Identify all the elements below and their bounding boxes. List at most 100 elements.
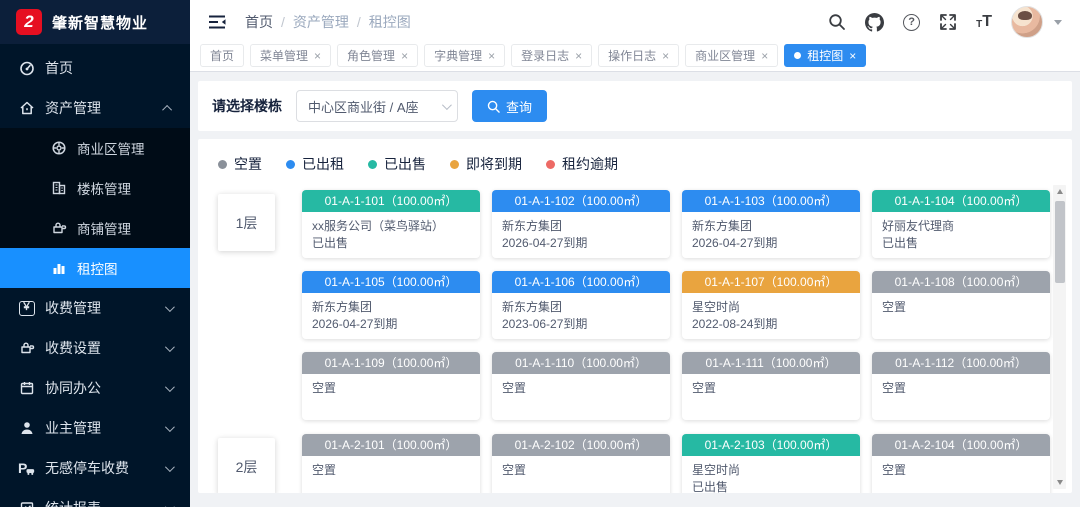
room-card[interactable]: 01-A-2-102（100.00㎡）空置 xyxy=(492,434,670,493)
sidebar-item-building-mgmt[interactable]: 楼栋管理 xyxy=(0,168,190,208)
sidebar-item-label: 楼栋管理 xyxy=(77,178,131,198)
vertical-scrollbar[interactable] xyxy=(1053,185,1066,489)
legend-vacant: 空置 xyxy=(218,154,262,174)
sidebar-item-label: 业主管理 xyxy=(45,418,101,438)
logo-bar: 2 肇新智慧物业 xyxy=(0,0,190,44)
filter-panel: 请选择楼栋 中心区商业街 / A座 查询 xyxy=(198,81,1072,131)
room-card-header: 01-A-1-101（100.00㎡） xyxy=(302,190,480,212)
menu-collapse-icon[interactable] xyxy=(208,14,227,30)
sidebar: 2 肇新智慧物业 首页 资产管理 xyxy=(0,0,190,507)
room-card-header: 01-A-1-106（100.00㎡） xyxy=(492,271,670,293)
room-card[interactable]: 01-A-1-107（100.00㎡）星空时尚2022-08-24到期 xyxy=(682,271,860,339)
avatar[interactable] xyxy=(1011,6,1043,38)
sidebar-item-home[interactable]: 首页 xyxy=(0,48,190,88)
sidebar-item-fee-settings[interactable]: 收费设置 xyxy=(0,328,190,368)
tab-menu-mgmt[interactable]: 菜单管理× xyxy=(250,44,331,67)
room-card[interactable]: 01-A-1-110（100.00㎡）空置 xyxy=(492,352,670,420)
room-tenant: xx服务公司（菜鸟驿站） xyxy=(312,218,470,235)
floor-group-1: 1层 01-A-1-101（100.00㎡）xx服务公司（菜鸟驿站）已出售 01… xyxy=(210,190,1046,420)
tab-login-log[interactable]: 登录日志× xyxy=(511,44,592,67)
room-card[interactable]: 01-A-2-101（100.00㎡）空置 xyxy=(302,434,480,493)
room-card-header: 01-A-2-101（100.00㎡） xyxy=(302,434,480,456)
sidebar-item-parking-fee[interactable]: P 无感停车收费 xyxy=(0,448,190,488)
tab-business-area[interactable]: 商业区管理× xyxy=(685,44,778,67)
room-card[interactable]: 01-A-1-112（100.00㎡）空置 xyxy=(872,352,1050,420)
sidebar-item-fee-mgmt[interactable]: ￥ 收费管理 xyxy=(0,288,190,328)
breadcrumb-item[interactable]: 首页 xyxy=(245,12,273,32)
search-button[interactable]: 查询 xyxy=(472,90,547,122)
sidebar-item-collab-office[interactable]: 协同办公 xyxy=(0,368,190,408)
breadcrumb-item[interactable]: 租控图 xyxy=(369,12,411,32)
close-icon[interactable]: × xyxy=(314,50,321,62)
room-card[interactable]: 01-A-1-111（100.00㎡）空置 xyxy=(682,352,860,420)
sidebar-menu: 首页 资产管理 商业区管理 xyxy=(0,44,190,507)
scrollbar-thumb[interactable] xyxy=(1055,201,1065,283)
room-card[interactable]: 01-A-1-103（100.00㎡）新东方集团2026-04-27到期 xyxy=(682,190,860,258)
room-status-line: 2026-04-27到期 xyxy=(502,235,660,252)
scroll-down-icon[interactable] xyxy=(1053,476,1066,489)
sidebar-item-owner-mgmt[interactable]: 业主管理 xyxy=(0,408,190,448)
tab-op-log[interactable]: 操作日志× xyxy=(598,44,679,67)
legend-expiring: 即将到期 xyxy=(450,154,522,174)
breadcrumb-separator: / xyxy=(281,14,285,30)
close-icon[interactable]: × xyxy=(575,50,582,62)
room-card-header: 01-A-1-109（100.00㎡） xyxy=(302,352,480,374)
room-card-header: 01-A-1-111（100.00㎡） xyxy=(682,352,860,374)
close-icon[interactable]: × xyxy=(761,50,768,62)
fullscreen-icon[interactable] xyxy=(939,13,957,31)
app-title: 肇新智慧物业 xyxy=(52,12,148,33)
font-size-icon[interactable]: TT xyxy=(976,14,992,30)
rooms-grid: 01-A-1-101（100.00㎡） xx服务公司（菜鸟驿站）已出售 01-A-… xyxy=(302,190,1050,420)
close-icon[interactable]: × xyxy=(849,50,856,62)
tab-home[interactable]: 首页 xyxy=(200,44,244,67)
breadcrumb-item[interactable]: 资产管理 xyxy=(293,12,349,32)
rented-dot-icon xyxy=(286,160,295,169)
scroll-up-icon[interactable] xyxy=(1053,185,1066,198)
sold-dot-icon xyxy=(368,160,377,169)
expiring-dot-icon xyxy=(450,160,459,169)
sidebar-item-rent-map[interactable]: 租控图 xyxy=(0,248,190,288)
sidebar-item-shop-mgmt[interactable]: 商铺管理 xyxy=(0,208,190,248)
tab-rent-map[interactable]: 租控图× xyxy=(784,44,866,67)
sidebar-item-reports[interactable]: 统计报表 xyxy=(0,488,190,507)
legend-rented: 已出租 xyxy=(286,154,344,174)
room-status-line: 已出售 xyxy=(312,235,470,252)
tab-dict-mgmt[interactable]: 字典管理× xyxy=(424,44,505,67)
user-dropdown-caret-icon[interactable] xyxy=(1054,20,1062,25)
sidebar-item-label: 统计报表 xyxy=(45,498,101,507)
close-icon[interactable]: × xyxy=(401,50,408,62)
help-icon[interactable]: ? xyxy=(903,14,920,31)
building-select[interactable]: 中心区商业街 / A座 xyxy=(296,90,458,122)
room-tenant: 好丽友代理商 xyxy=(882,218,1040,235)
search-icon xyxy=(487,100,500,113)
room-card[interactable]: 01-A-1-101（100.00㎡） xx服务公司（菜鸟驿站）已出售 xyxy=(302,190,480,258)
close-icon[interactable]: × xyxy=(488,50,495,62)
room-card-header: 01-A-2-102（100.00㎡） xyxy=(492,434,670,456)
rooms-grid: 01-A-2-101（100.00㎡）空置 01-A-2-102（100.00㎡… xyxy=(302,434,1050,493)
sidebar-item-label: 商铺管理 xyxy=(77,218,131,238)
room-tenant: 空置 xyxy=(882,380,1040,397)
room-card[interactable]: 01-A-1-104（100.00㎡）好丽友代理商已出售 xyxy=(872,190,1050,258)
room-card[interactable]: 01-A-1-109（100.00㎡）空置 xyxy=(302,352,480,420)
chevron-up-icon xyxy=(162,104,172,114)
sidebar-item-label: 资产管理 xyxy=(45,98,101,118)
room-card[interactable]: 01-A-1-106（100.00㎡）新东方集团2023-06-27到期 xyxy=(492,271,670,339)
room-status-line: 2026-04-27到期 xyxy=(312,316,470,333)
room-card[interactable]: 01-A-2-104（100.00㎡）空置 xyxy=(872,434,1050,493)
search-icon[interactable] xyxy=(828,13,846,31)
room-status-line: 2026-04-27到期 xyxy=(692,235,850,252)
github-icon[interactable] xyxy=(865,13,884,32)
chevron-down-icon xyxy=(442,100,452,110)
room-card[interactable]: 01-A-1-102（100.00㎡）新东方集团2026-04-27到期 xyxy=(492,190,670,258)
room-card[interactable]: 01-A-1-108（100.00㎡）空置 xyxy=(872,271,1050,339)
topbar-actions: ? TT xyxy=(828,6,1062,38)
sidebar-item-business-area[interactable]: 商业区管理 xyxy=(0,128,190,168)
sidebar-item-assets[interactable]: 资产管理 xyxy=(0,88,190,128)
breadcrumb: 首页 / 资产管理 / 租控图 xyxy=(245,12,411,32)
tab-role-mgmt[interactable]: 角色管理× xyxy=(337,44,418,67)
room-card[interactable]: 01-A-2-103（100.00㎡）星空时尚已出售 xyxy=(682,434,860,493)
close-icon[interactable]: × xyxy=(662,50,669,62)
breadcrumb-separator: / xyxy=(357,14,361,30)
room-card[interactable]: 01-A-1-105（100.00㎡）新东方集团2026-04-27到期 xyxy=(302,271,480,339)
legend-overdue: 租约逾期 xyxy=(546,154,618,174)
